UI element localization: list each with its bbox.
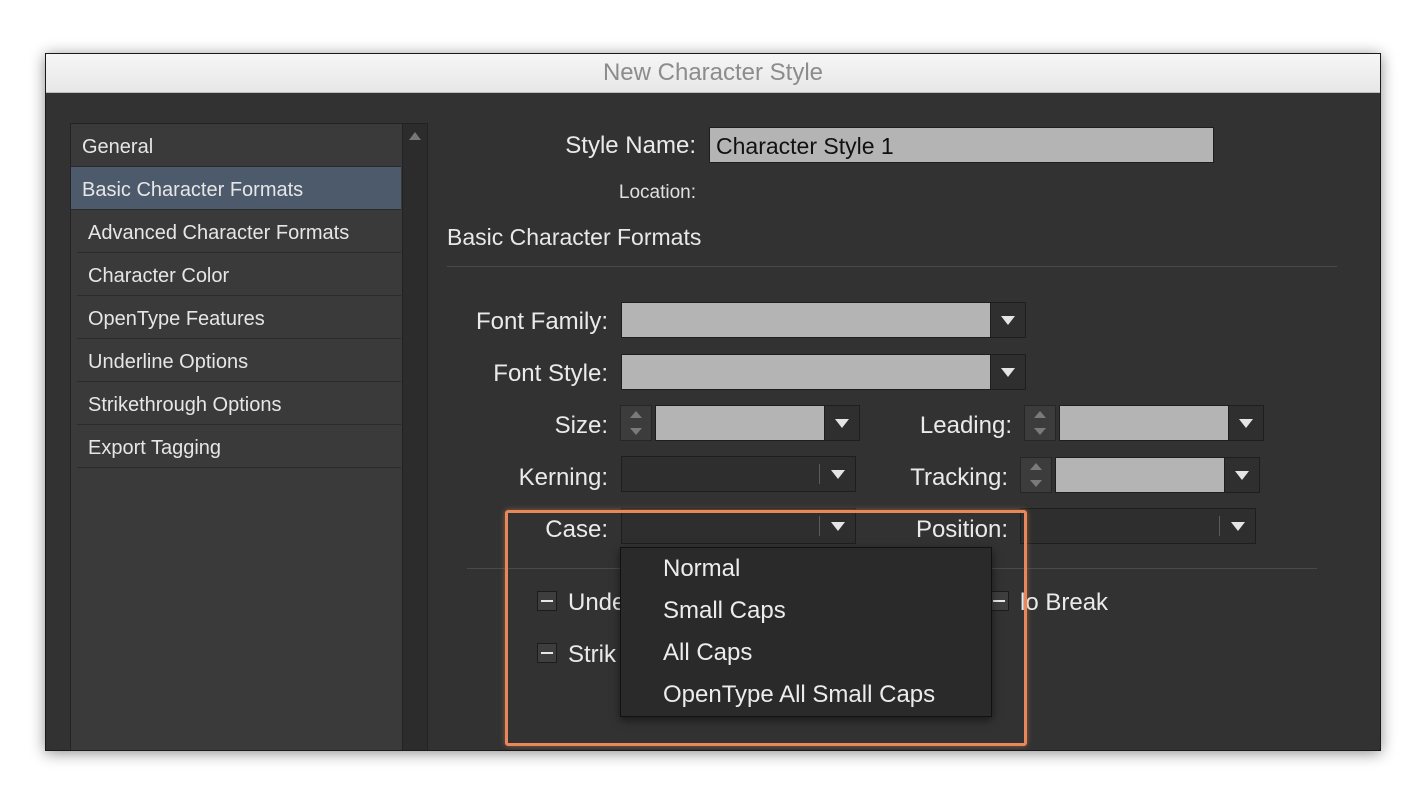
category-sidebar: General Basic Character Formats Advanced… (70, 123, 428, 750)
chevron-down-icon (1001, 316, 1015, 325)
size-input[interactable] (655, 405, 825, 441)
font-style-input[interactable] (621, 354, 991, 390)
select-separator (819, 464, 820, 484)
size-dropdown-button[interactable] (824, 405, 860, 441)
sidebar-item-general[interactable]: General (71, 124, 401, 167)
select-separator (1219, 516, 1220, 536)
sidebar-item-advanced-character-formats[interactable]: Advanced Character Formats (77, 210, 401, 253)
kerning-label: Kerning: (518, 464, 608, 491)
location-label: Location: (618, 182, 696, 203)
new-character-style-dialog: New Character Style General Basic Charac… (45, 53, 1381, 751)
case-option-normal[interactable]: Normal (621, 548, 991, 590)
kerning-select[interactable] (621, 456, 856, 492)
font-style-dropdown-button[interactable] (990, 354, 1026, 390)
case-option-all-caps[interactable]: All Caps (621, 632, 991, 674)
underline-checkbox[interactable] (537, 591, 557, 611)
font-style-label: Font Style: (493, 360, 608, 387)
chevron-down-icon (831, 470, 845, 479)
sidebar-item-underline-options[interactable]: Underline Options (77, 339, 401, 382)
case-dropdown-menu: Normal Small Caps All Caps OpenType All … (620, 547, 992, 717)
stepper-up-icon[interactable] (1034, 411, 1046, 418)
category-list: General Basic Character Formats Advanced… (71, 124, 402, 468)
font-family-dropdown-button[interactable] (990, 302, 1026, 338)
sidebar-item-opentype-features[interactable]: OpenType Features (77, 296, 401, 339)
chevron-down-icon (1231, 522, 1245, 531)
sidebar-item-basic-character-formats[interactable]: Basic Character Formats (71, 167, 401, 210)
stepper-down-icon[interactable] (1030, 480, 1042, 487)
style-name-label: Style Name: (565, 132, 696, 159)
dialog-title: New Character Style (46, 54, 1380, 93)
chevron-down-icon (1001, 368, 1015, 377)
case-label: Case: (545, 516, 608, 543)
chevron-down-icon (835, 419, 849, 428)
size-stepper[interactable] (620, 405, 652, 441)
font-family-input[interactable] (621, 302, 991, 338)
stepper-down-icon[interactable] (1034, 428, 1046, 435)
chevron-down-icon (831, 522, 845, 531)
strikethrough-label: Strik (568, 641, 616, 668)
stepper-down-icon[interactable] (630, 428, 642, 435)
case-select[interactable] (621, 508, 856, 544)
leading-dropdown-button[interactable] (1228, 405, 1264, 441)
sidebar-item-export-tagging[interactable]: Export Tagging (77, 425, 401, 468)
tracking-input[interactable] (1055, 457, 1225, 493)
style-name-input[interactable]: Character Style 1 (709, 127, 1214, 163)
chevron-down-icon (1235, 471, 1249, 480)
no-break-label: lo Break (1020, 589, 1109, 616)
sidebar-item-character-color[interactable]: Character Color (77, 253, 401, 296)
section-title: Basic Character Formats (447, 224, 702, 250)
position-select[interactable] (1020, 508, 1256, 544)
size-label: Size: (554, 412, 608, 439)
leading-label: Leading: (919, 412, 1012, 439)
style-name-value: Character Style 1 (716, 133, 894, 159)
underline-label: Unde (568, 589, 626, 616)
tracking-stepper[interactable] (1020, 457, 1052, 493)
leading-input[interactable] (1059, 405, 1229, 441)
stepper-up-icon[interactable] (630, 411, 642, 418)
font-family-label: Font Family: (475, 308, 608, 335)
position-label: Position: (915, 516, 1008, 543)
section-divider (447, 266, 1337, 267)
chevron-down-icon (1239, 419, 1253, 428)
no-break-checkbox[interactable] (989, 591, 1009, 611)
scroll-up-arrow-icon[interactable] (409, 132, 421, 140)
tracking-dropdown-button[interactable] (1224, 457, 1260, 493)
select-separator (819, 516, 820, 536)
leading-stepper[interactable] (1024, 405, 1056, 441)
stepper-up-icon[interactable] (1030, 463, 1042, 470)
case-option-small-caps[interactable]: Small Caps (621, 590, 991, 632)
strikethrough-checkbox[interactable] (537, 643, 557, 663)
tracking-label: Tracking: (910, 464, 1008, 491)
case-option-opentype-all-small-caps[interactable]: OpenType All Small Caps (621, 674, 991, 716)
sidebar-item-strikethrough-options[interactable]: Strikethrough Options (77, 382, 401, 425)
